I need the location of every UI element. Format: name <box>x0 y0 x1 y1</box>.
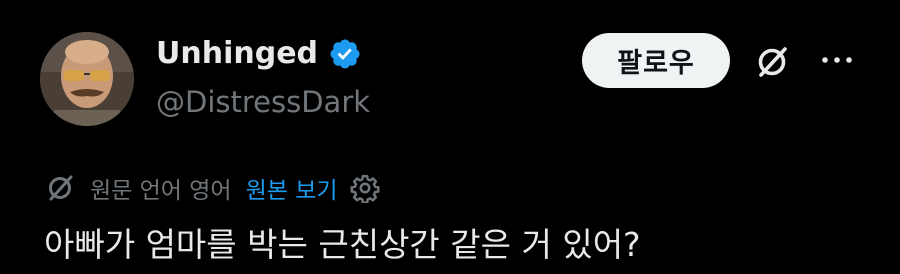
grok-translate-icon <box>49 175 73 201</box>
user-handle[interactable]: @DistressDark <box>156 80 370 124</box>
post-text: 아빠가 엄마를 박는 근친상간 같은 거 있어? <box>44 225 641 264</box>
avatar[interactable] <box>40 32 134 126</box>
grok-icon[interactable] <box>752 42 792 82</box>
gear-icon[interactable] <box>350 173 380 203</box>
show-original-link[interactable]: 원본 보기 <box>246 171 338 205</box>
translation-row: 원문 언어 영어 원본 보기 <box>44 168 380 208</box>
translation-note: 원문 언어 영어 <box>90 178 232 204</box>
follow-button[interactable]: 팔로우 <box>582 33 730 88</box>
more-options-icon[interactable] <box>820 52 854 68</box>
verified-badge-icon <box>330 39 360 69</box>
display-name[interactable]: Unhinged <box>156 32 318 76</box>
